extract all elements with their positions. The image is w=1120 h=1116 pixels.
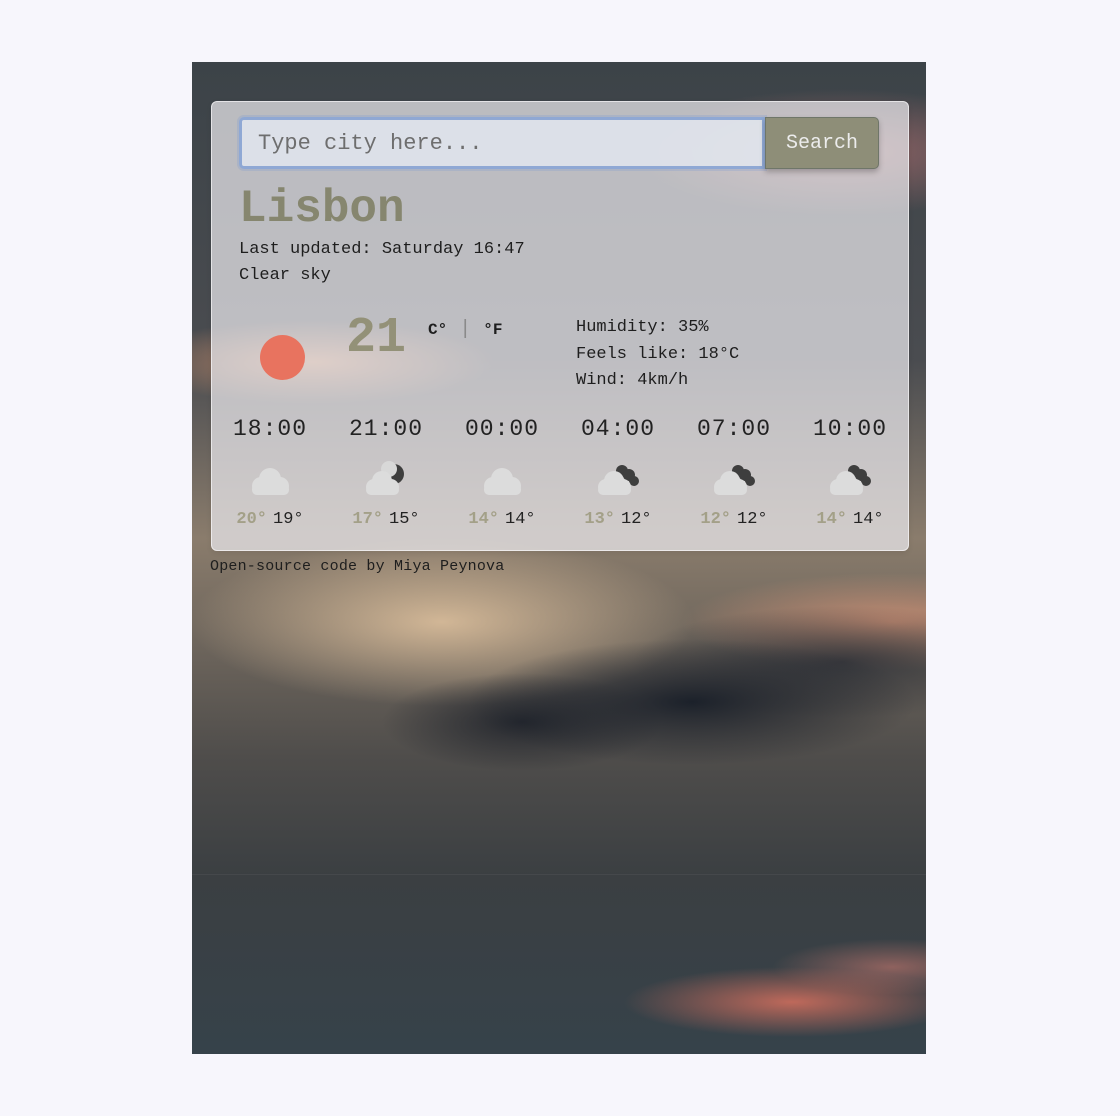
cloud-icon <box>484 468 521 495</box>
forecast-min: 14° <box>505 510 536 529</box>
cloud-icon <box>252 468 289 495</box>
forecast-time: 04:00 <box>580 416 655 442</box>
forecast-min: 14° <box>853 510 884 529</box>
search-button[interactable]: Search <box>765 117 879 169</box>
forecast-min: 19° <box>273 510 304 529</box>
last-updated: Last updated: Saturday 16:47 <box>239 240 525 259</box>
weather-description: Clear sky <box>239 266 331 285</box>
forecast-max: 13° <box>584 510 615 529</box>
forecast-min: 15° <box>389 510 420 529</box>
forecast-item: 18:00 20° 19° <box>220 414 320 529</box>
forecast-item: 07:00 12° 12° <box>684 414 784 529</box>
cloud-moon-icon <box>366 461 404 495</box>
forecast-max: 17° <box>352 510 383 529</box>
feels-like: Feels like: 18°C <box>576 344 740 364</box>
author-byline: by Miya Peynova <box>357 558 505 575</box>
forecast-time: 18:00 <box>232 416 307 442</box>
footer-credit: Open-source code by Miya Peynova <box>210 558 504 575</box>
forecast-min: 12° <box>737 510 768 529</box>
search-form: Search <box>239 117 879 169</box>
forecast-max: 12° <box>700 510 731 529</box>
unit-toggle: C° | °F <box>428 318 502 341</box>
sun-icon <box>260 335 305 380</box>
city-name: Lisbon <box>239 183 405 235</box>
background-seam <box>192 874 926 875</box>
forecast-min: 12° <box>621 510 652 529</box>
unit-separator: | <box>459 318 472 341</box>
broken-clouds-icon <box>598 465 639 495</box>
weather-card: Search Lisbon Last updated: Saturday 16:… <box>211 101 909 551</box>
open-source-link[interactable]: Open-source code <box>210 558 357 575</box>
forecast-time: 21:00 <box>348 416 423 442</box>
city-search-input[interactable] <box>239 117 765 169</box>
forecast-item: 04:00 13° 12° <box>568 414 668 529</box>
forecast-time: 10:00 <box>812 416 887 442</box>
wind-speed: Wind: 4km/h <box>576 371 689 390</box>
forecast-max: 20° <box>236 510 267 529</box>
forecast-max: 14° <box>468 510 499 529</box>
forecast-item: 21:00 17° 15° <box>336 414 436 529</box>
celsius-link[interactable]: C° <box>428 321 447 339</box>
forecast-item: 00:00 14° 14° <box>452 414 552 529</box>
fahrenheit-link[interactable]: °F <box>483 321 502 339</box>
forecast-time: 00:00 <box>464 416 539 442</box>
forecast-temps: 13° 12° <box>568 510 668 529</box>
humidity: Humidity: 35% <box>576 318 709 337</box>
app-background: Search Lisbon Last updated: Saturday 16:… <box>192 62 926 1054</box>
forecast-temps: 14° 14° <box>452 510 552 529</box>
forecast-time: 07:00 <box>696 416 771 442</box>
hourly-forecast: 18:00 20° 19° 21:00 17° 15° 00:00 14° 14… <box>212 414 910 544</box>
forecast-temps: 20° 19° <box>220 510 320 529</box>
forecast-item: 10:00 14° 14° <box>800 414 900 529</box>
current-temperature: 21 <box>346 310 407 367</box>
broken-clouds-icon <box>714 465 755 495</box>
weather-details: Humidity: 35% Feels like: 18°C Wind: 4km… <box>576 315 739 395</box>
forecast-temps: 12° 12° <box>684 510 784 529</box>
forecast-temps: 17° 15° <box>336 510 436 529</box>
broken-clouds-icon <box>830 465 871 495</box>
forecast-temps: 14° 14° <box>800 510 900 529</box>
forecast-max: 14° <box>816 510 847 529</box>
